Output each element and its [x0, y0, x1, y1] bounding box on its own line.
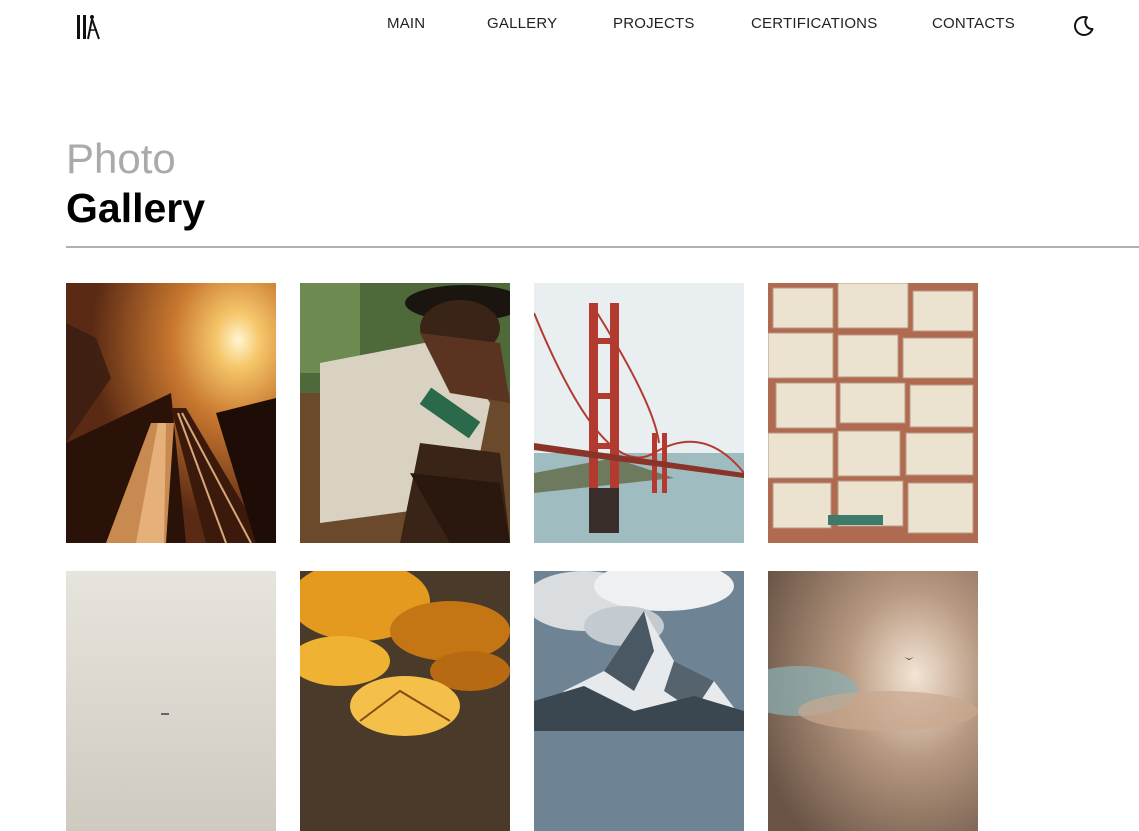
- architect-tools-icon[interactable]: [75, 12, 105, 42]
- gallery-photo-foggy-sky[interactable]: [66, 571, 276, 831]
- gallery-photo-open-books[interactable]: [768, 283, 978, 543]
- nav-certifications[interactable]: CERTIFICATIONS: [751, 15, 877, 33]
- gallery-photo-golden-gate[interactable]: [534, 283, 744, 543]
- moon-icon[interactable]: [1073, 15, 1095, 37]
- nav-gallery[interactable]: GALLERY: [487, 15, 557, 33]
- page-heading: Photo Gallery: [66, 136, 205, 232]
- heading-divider: [66, 246, 1139, 248]
- nav-contacts[interactable]: CONTACTS: [932, 15, 1015, 33]
- gallery-photo-autumn-leaves[interactable]: [300, 571, 510, 831]
- page-title: Gallery: [66, 185, 206, 231]
- gallery-photo-man-hat[interactable]: [300, 283, 510, 543]
- gallery-photo-cloudy-sky-bird[interactable]: [768, 571, 978, 831]
- page-title-light: Photo: [66, 135, 176, 182]
- gallery-photo-sunset-train[interactable]: [66, 283, 276, 543]
- gallery-photo-mountain[interactable]: [534, 571, 744, 831]
- nav-main[interactable]: MAIN: [387, 15, 425, 33]
- top-navigation-bar: MAIN GALLERY PROJECTS CERTIFICATIONS CON…: [0, 0, 1139, 56]
- nav-projects[interactable]: PROJECTS: [613, 15, 695, 33]
